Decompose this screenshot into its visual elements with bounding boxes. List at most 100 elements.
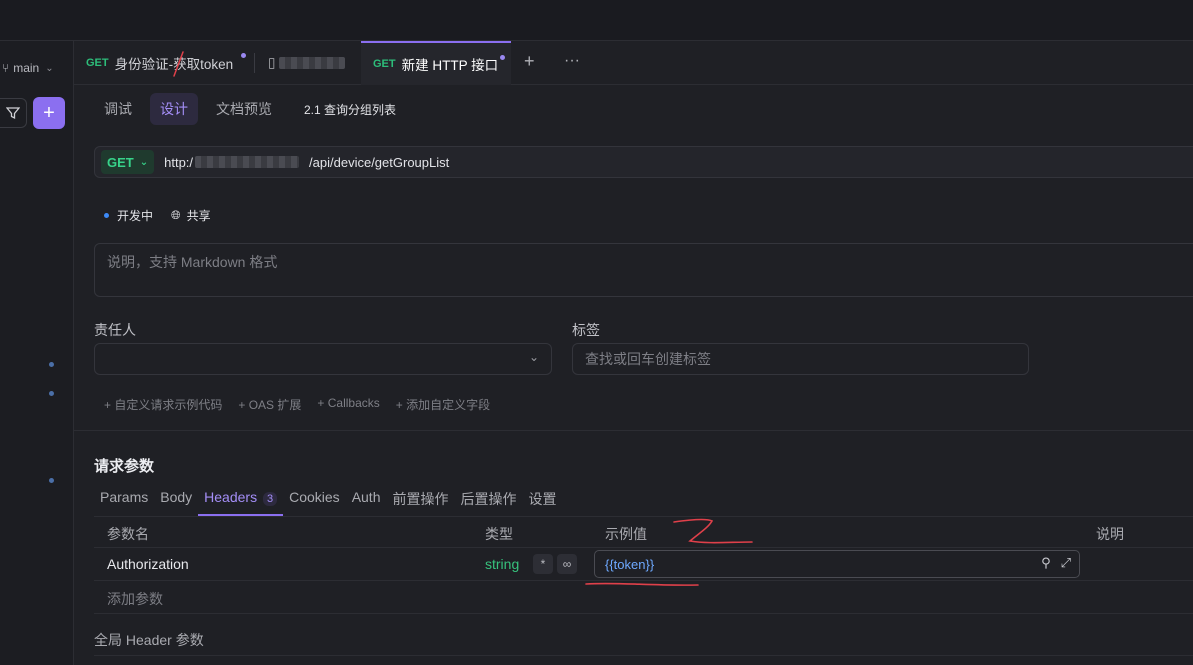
headers-table: 参数名 类型 示例值 说明 Authorization string * ∞ {… [94,516,1193,614]
link-icon[interactable]: ∞ [557,554,577,574]
url-bar: GET ⌄ http:/ /api/device/getGroupList [94,146,1193,178]
custom-code-link[interactable]: + 自定义请求示例代码 [104,396,222,413]
param-name[interactable]: Authorization [107,556,189,572]
col-name: 参数名 [107,526,149,542]
tab-post-ops[interactable]: 后置操作 [455,483,523,516]
magic-wand-icon[interactable]: ⚲ [1041,555,1051,571]
owner-label: 责任人 [94,322,136,338]
share-toggle[interactable]: 🌐︎ 共享 [171,207,211,224]
divider [94,655,1193,656]
tab-blurred[interactable]: ▯ [256,41,360,85]
tree-dot [49,478,54,483]
tab-label: 后置操作 [460,491,517,507]
tags-input[interactable]: 查找或回车创建标签 [572,343,1029,375]
link-label: 自定义请求示例代码 [114,398,223,412]
extras-row: + 自定义请求示例代码 + OAS 扩展 + Callbacks + 添加自定义… [104,396,490,413]
tab-label: 前置操作 [392,491,449,507]
link-label: 添加自定义字段 [406,398,491,412]
url-input[interactable]: http:/ /api/device/getGroupList [164,155,449,170]
blurred-host [195,156,300,168]
tags-placeholder: 查找或回车创建标签 [585,351,711,367]
breadcrumb: 2.1 查询分组列表 [304,102,397,117]
tab-new-http[interactable]: GET 新建 HTTP 接口 [361,41,511,85]
section-title: 请求参数 [94,458,155,475]
owner-select[interactable]: ⌄ [94,343,552,375]
globe-icon: 🌐︎ [171,208,181,222]
tab-label: Headers [204,489,258,505]
status-label: 开发中 [117,209,154,223]
view-tabs: 调试 设计 文档预览 2.1 查询分组列表 [94,93,397,125]
tags-label: 标签 [572,322,600,338]
add-row[interactable]: 添加参数 [94,581,1193,614]
add-button[interactable]: + [33,97,65,129]
required-toggle[interactable]: * [533,554,553,574]
tab-doc-preview[interactable]: 文档预览 [206,93,282,125]
url-path: /api/device/getGroupList [309,154,450,170]
chevron-down-icon: ⌄ [139,156,149,168]
tab-debug[interactable]: 调试 [94,93,142,125]
plus-icon: + [43,101,55,124]
more-icon[interactable]: ··· [564,52,580,70]
add-param-label: 添加参数 [107,591,163,607]
divider [74,430,1193,431]
col-type: 类型 [485,526,513,542]
custom-field-link[interactable]: + 添加自定义字段 [396,396,490,413]
sidebar: ⑂ main ⌄ + [0,41,74,665]
tab-label: Body [160,489,193,505]
title-bar [0,0,1193,41]
param-type[interactable]: string [485,556,519,572]
tab-cookies[interactable]: Cookies [283,483,346,516]
table-row: Authorization string * ∞ {{token}} ⚲ ⤢ [94,548,1193,581]
chevron-down-icon: ⌄ [528,350,539,364]
tab-label: Cookies [289,489,340,505]
tab-divider [254,53,255,73]
col-desc: 说明 [1096,526,1124,542]
tree-dot [49,391,54,396]
filter-button[interactable] [0,98,27,128]
unsaved-dot [241,53,246,58]
tab-title: 身份验证-获取token [114,57,234,72]
method-label: GET [107,154,134,170]
tab-body[interactable]: Body [154,483,198,516]
col-example: 示例值 [605,526,647,542]
tab-auth[interactable]: Auth [346,483,387,516]
branch-icon: ⑂ [2,61,10,75]
add-tab-icon[interactable]: + [524,51,535,72]
branch-name: main [13,61,40,75]
expand-icon[interactable]: ⤢ [1061,555,1071,571]
example-input[interactable]: {{token}} ⚲ ⤢ [594,550,1080,578]
unsaved-dot [500,55,505,60]
table-header: 参数名 类型 示例值 说明 [94,516,1193,548]
tab-bar: GET 身份验证-获取token ▯ GET 新建 HTTP 接口 + ··· [74,41,1193,85]
callbacks-link[interactable]: + Callbacks [317,396,379,413]
url-prefix: http:/ [164,154,194,170]
tab-headers[interactable]: Headers 3 [198,483,284,516]
tab-title: 新建 HTTP 接口 [401,58,499,73]
status-badge[interactable]: 开发中 [104,207,153,224]
filter-icon [6,107,20,120]
tab-pre-ops[interactable]: 前置操作 [387,483,455,516]
description-input[interactable]: 说明，支持 Markdown 格式 [94,243,1193,297]
tab-label: 设置 [528,491,557,507]
example-value: {{token}} [605,556,655,572]
count-badge: 3 [262,492,278,506]
chevron-down-icon: ⌄ [45,62,54,74]
share-label: 共享 [186,209,211,223]
status-dot [104,213,109,218]
link-label: Callbacks [327,396,380,410]
tab-design[interactable]: 设计 [150,93,198,125]
branch-selector[interactable]: ⑂ main ⌄ [2,61,54,75]
description-placeholder: 说明，支持 Markdown 格式 [107,254,278,270]
link-label: OAS 扩展 [248,398,302,412]
tab-auth-token[interactable]: GET 身份验证-获取token [74,41,254,85]
tab-settings[interactable]: 设置 [523,483,563,516]
blurred-title [279,57,346,69]
oas-extension-link[interactable]: + OAS 扩展 [238,396,301,413]
tab-method: GET [86,57,109,69]
method-select[interactable]: GET ⌄ [101,150,155,174]
tab-label: Params [100,489,149,505]
global-header-label[interactable]: 全局 Header 参数 [94,630,204,650]
status-row: 开发中 🌐︎ 共享 [104,207,211,224]
input-icons: ⚲ ⤢ [1041,555,1071,571]
tab-params[interactable]: Params [94,483,154,516]
